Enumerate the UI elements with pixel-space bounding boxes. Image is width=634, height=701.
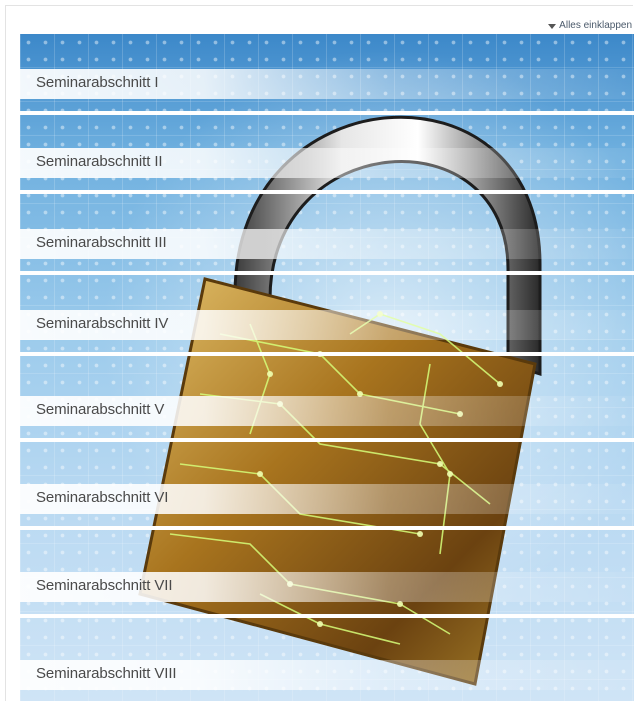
section-7[interactable]: Seminarabschnitt VII	[20, 572, 634, 602]
section-label: Seminarabschnitt VII	[36, 577, 173, 594]
section-label: Seminarabschnitt VIII	[36, 665, 177, 682]
section-3[interactable]: Seminarabschnitt III	[20, 229, 634, 259]
course-banner-image: Seminarabschnitt I Seminarabschnitt II S…	[20, 34, 634, 701]
section-divider	[20, 271, 634, 275]
section-divider	[20, 352, 634, 356]
section-divider	[20, 614, 634, 618]
triangle-down-icon	[548, 23, 557, 29]
section-divider	[20, 438, 634, 442]
section-6[interactable]: Seminarabschnitt VI	[20, 484, 634, 514]
collapse-all-link[interactable]: Alles einklappen	[548, 20, 632, 31]
section-label: Seminarabschnitt II	[36, 153, 163, 170]
section-1[interactable]: Seminarabschnitt I	[20, 69, 634, 99]
section-label: Seminarabschnitt VI	[36, 489, 169, 506]
section-divider	[20, 526, 634, 530]
section-label: Seminarabschnitt V	[36, 401, 165, 418]
section-2[interactable]: Seminarabschnitt II	[20, 148, 634, 178]
section-divider	[20, 111, 634, 115]
section-8[interactable]: Seminarabschnitt VIII	[20, 660, 634, 690]
section-label: Seminarabschnitt I	[36, 74, 159, 91]
section-divider	[20, 190, 634, 194]
collapse-all-label: Alles einklappen	[559, 20, 632, 31]
section-label: Seminarabschnitt IV	[36, 315, 169, 332]
section-4[interactable]: Seminarabschnitt IV	[20, 310, 634, 340]
section-label: Seminarabschnitt III	[36, 234, 167, 251]
section-5[interactable]: Seminarabschnitt V	[20, 396, 634, 426]
